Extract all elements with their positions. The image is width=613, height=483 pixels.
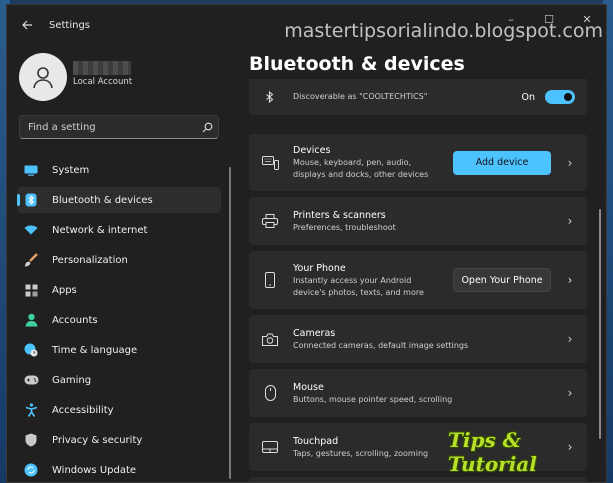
card-subtitle: Instantly access your Android device's p… [293, 275, 424, 297]
card-subtitle: Connected cameras, default image setting… [293, 340, 469, 350]
sidebar-item-label: Apps [52, 284, 77, 296]
sidebar-item-label: System [52, 164, 90, 176]
printers-scanners-card[interactable]: Printers & scanners Preferences, trouble… [249, 197, 587, 245]
sidebar-item-personalization[interactable]: Personalization [17, 247, 221, 273]
card-subtitle: Preferences, troubleshoot [293, 222, 396, 232]
sidebar-item-windows-update[interactable]: Windows Update [17, 457, 221, 482]
chevron-right-icon: › [567, 332, 573, 346]
back-button[interactable] [13, 11, 41, 39]
sidebar-item-label: Gaming [52, 374, 92, 386]
avatar[interactable] [19, 53, 67, 101]
bluetooth-icon [261, 88, 279, 106]
arrow-left-icon [22, 20, 32, 30]
card-title: Your Phone [293, 262, 346, 274]
sidebar-item-bluetooth-devices[interactable]: Bluetooth & devices [17, 187, 221, 213]
tips-tutorial-logo: Tips & Tutorial [448, 428, 537, 476]
sidebar-item-label: Network & internet [52, 224, 148, 236]
devices-icon [261, 154, 279, 172]
cameras-card[interactable]: Cameras Connected cameras, default image… [249, 315, 587, 363]
accessibility-icon [23, 402, 39, 418]
sidebar-item-label: Personalization [52, 254, 128, 266]
printer-icon [261, 212, 279, 230]
settings-window: Settings – ☐ ✕ Local Account System B [6, 4, 607, 483]
add-device-button[interactable]: Add device [453, 150, 551, 175]
account-type: Local Account [73, 77, 133, 87]
card-title: Devices [293, 145, 331, 156]
sidebar-item-label: Windows Update [52, 464, 137, 476]
nav-list: System Bluetooth & devices Network & int… [17, 157, 221, 482]
devices-card[interactable]: Devices Mouse, keyboard, pen, audio, dis… [249, 134, 587, 191]
sidebar-item-system[interactable]: System [17, 157, 221, 183]
bluetooth-card[interactable]: Discoverable as "COOLTECHTICS" On [249, 79, 587, 115]
your-phone-card[interactable]: Your Phone Instantly access your Android… [249, 251, 587, 309]
brush-icon [23, 252, 39, 268]
chevron-right-icon: › [567, 273, 573, 287]
username-blurred [73, 61, 131, 75]
watermark-text: mastertipsorialindo.blogspot.com [284, 20, 603, 42]
wifi-icon [23, 222, 39, 238]
chevron-right-icon: › [567, 214, 573, 228]
sidebar-item-gaming[interactable]: Gaming [17, 367, 221, 393]
mouse-card[interactable]: Mouse Buttons, mouse pointer speed, scro… [249, 369, 587, 417]
apps-icon [23, 282, 39, 298]
next-card-partial[interactable] [249, 477, 587, 482]
person-icon [23, 312, 39, 328]
page-title: Bluetooth & devices [249, 53, 465, 75]
shield-icon [23, 432, 39, 448]
toggle-state-label: On [521, 91, 536, 103]
mouse-icon [261, 384, 279, 402]
monitor-icon [23, 162, 39, 178]
sidebar-item-label: Accessibility [52, 404, 114, 416]
sidebar-item-label: Time & language [52, 344, 138, 356]
sidebar-item-label: Privacy & security [52, 434, 143, 446]
person-icon [33, 67, 53, 89]
open-your-phone-button[interactable]: Open Your Phone [453, 268, 551, 292]
sidebar-item-accounts[interactable]: Accounts [17, 307, 221, 333]
update-icon [23, 462, 39, 478]
sidebar-item-label: Accounts [52, 314, 98, 326]
chevron-right-icon: › [567, 386, 573, 400]
phone-icon [261, 271, 279, 289]
sidebar: Local Account System Bluetooth & devices… [7, 45, 239, 482]
bluetooth-discoverable-text: Discoverable as "COOLTECHTICS" [293, 92, 428, 101]
search-icon[interactable] [196, 122, 218, 133]
app-title: Settings [49, 19, 91, 31]
main-content: Bluetooth & devices Discoverable as "COO… [239, 45, 606, 482]
gamepad-icon [23, 372, 39, 388]
camera-icon [261, 330, 279, 348]
sidebar-item-apps[interactable]: Apps [17, 277, 221, 303]
card-subtitle: Mouse, keyboard, pen, audio, displays an… [293, 158, 429, 179]
card-title: Mouse [293, 381, 324, 393]
touchpad-icon [261, 438, 279, 456]
sidebar-item-network-internet[interactable]: Network & internet [17, 217, 221, 243]
chevron-right-icon: › [567, 155, 573, 170]
bluetooth-toggle[interactable] [545, 90, 575, 104]
search-input[interactable] [20, 121, 196, 133]
card-title: Printers & scanners [293, 209, 386, 221]
card-subtitle: Buttons, mouse pointer speed, scrolling [293, 394, 453, 404]
search-box[interactable] [19, 115, 219, 139]
sidebar-item-time-language[interactable]: Time & language [17, 337, 221, 363]
main-scrollbar[interactable] [599, 209, 601, 439]
bluetooth-icon [23, 192, 39, 208]
sidebar-item-accessibility[interactable]: Accessibility [17, 397, 221, 423]
globe-clock-icon [23, 342, 39, 358]
card-title: Cameras [293, 327, 336, 339]
sidebar-item-privacy-security[interactable]: Privacy & security [17, 427, 221, 453]
sidebar-scrollbar[interactable] [229, 167, 231, 479]
sidebar-item-label: Bluetooth & devices [52, 194, 153, 206]
